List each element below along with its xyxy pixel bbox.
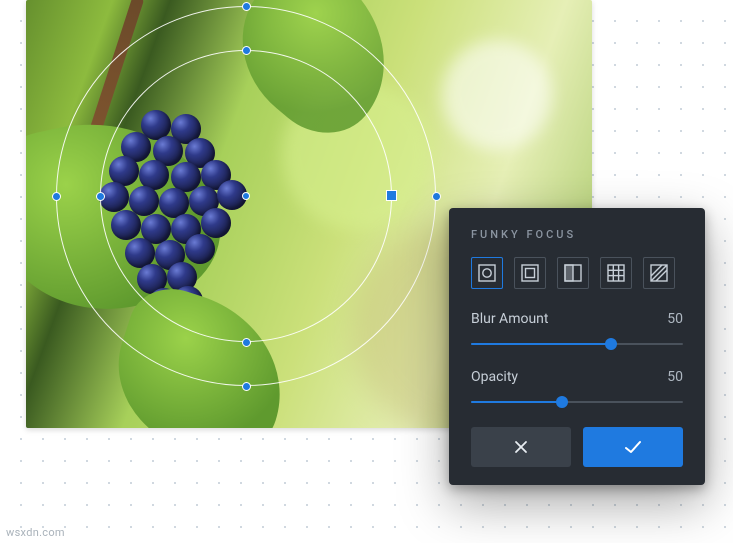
focus-handle-right[interactable] (432, 192, 441, 201)
bokeh-blob (442, 40, 552, 150)
apply-button[interactable] (583, 427, 683, 467)
focus-inner-handle-right[interactable] (386, 190, 397, 201)
slider-thumb[interactable] (605, 338, 617, 350)
focus-handle-top[interactable] (242, 2, 251, 11)
slider-thumb[interactable] (556, 396, 568, 408)
focus-handle-bottom[interactable] (242, 382, 251, 391)
blur-amount-value: 50 (667, 311, 683, 327)
opacity-row: Opacity 50 (471, 369, 683, 409)
split-half-icon (564, 264, 582, 282)
square-icon (521, 264, 539, 282)
funky-focus-panel: FUNKY FOCUS Blur Amount 50 Opacit (449, 208, 705, 485)
mode-grid-button[interactable] (600, 257, 632, 289)
grid-icon (607, 264, 625, 282)
opacity-value: 50 (667, 369, 683, 385)
mode-radial-button[interactable] (471, 257, 503, 289)
watermark: wsxdn.com (6, 526, 65, 539)
cancel-button[interactable] (471, 427, 571, 467)
focus-center-handle[interactable] (242, 192, 250, 200)
opacity-label: Opacity (471, 369, 518, 385)
mode-linear-button[interactable] (514, 257, 546, 289)
focus-inner-handle-top[interactable] (242, 46, 251, 55)
check-icon (623, 438, 643, 456)
focus-handle-left[interactable] (52, 192, 61, 201)
circle-icon (478, 264, 496, 282)
focus-inner-handle-left[interactable] (96, 192, 105, 201)
blur-amount-label: Blur Amount (471, 311, 549, 327)
close-icon (512, 438, 530, 456)
mode-diagonal-button[interactable] (643, 257, 675, 289)
mode-mirror-button[interactable] (557, 257, 589, 289)
diagonal-icon (650, 264, 668, 282)
opacity-slider[interactable] (471, 395, 683, 409)
blur-amount-slider[interactable] (471, 337, 683, 351)
blur-amount-row: Blur Amount 50 (471, 311, 683, 351)
focus-inner-handle-bottom[interactable] (242, 338, 251, 347)
panel-actions (471, 427, 683, 467)
focus-mode-row (471, 257, 683, 289)
panel-title: FUNKY FOCUS (471, 228, 683, 241)
